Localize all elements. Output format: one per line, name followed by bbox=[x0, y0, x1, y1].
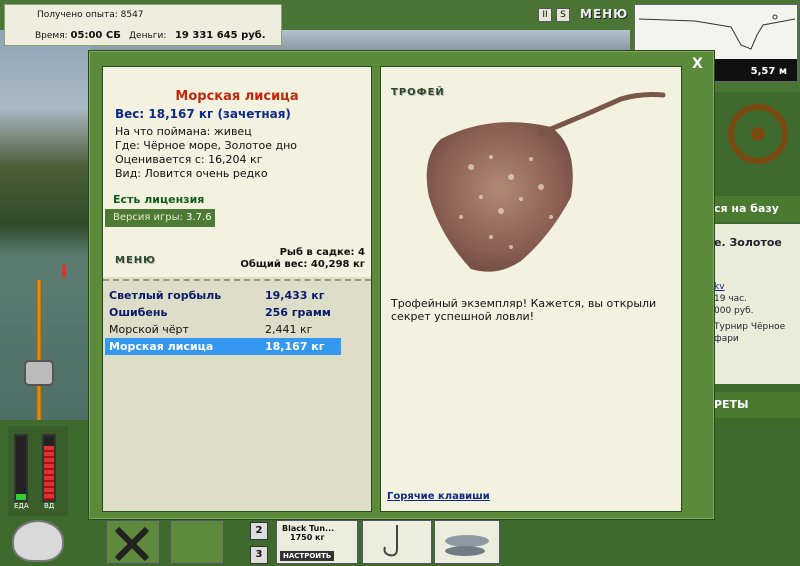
xp-label: Получено опыта: bbox=[37, 10, 118, 20]
money-value: 19 331 645 руб. bbox=[174, 30, 266, 41]
water-gauge-fill bbox=[44, 446, 54, 500]
food-gauge-fill bbox=[16, 494, 26, 500]
catch-weight: 19,433 кг bbox=[265, 289, 325, 302]
keepnet-total-weight: Общий вес: 40,298 кг bbox=[240, 259, 365, 270]
info-line: 000 руб. bbox=[714, 306, 754, 316]
catch-name: Морской чёрт bbox=[109, 323, 189, 336]
catch-weight: 2,441 кг bbox=[265, 323, 313, 336]
setup-button[interactable]: НАСТРОИТЬ bbox=[280, 551, 335, 561]
version-label: Версия игры: bbox=[113, 212, 183, 223]
money-text: Деньги: 19 331 645 руб. bbox=[129, 30, 266, 41]
catch-info-pane: Морская лисица Вес: 18,167 кг (зачетная)… bbox=[102, 66, 372, 512]
info-link[interactable]: kv bbox=[714, 282, 725, 292]
float-bobber bbox=[62, 265, 66, 277]
keepnet-count: Рыб в садке: 4 bbox=[279, 247, 365, 258]
location-name: е. Золотое bbox=[714, 236, 782, 249]
ship-wheel-icon[interactable] bbox=[728, 104, 788, 164]
detail-bait: На что поймана: живец bbox=[115, 125, 252, 138]
secrets-button[interactable]: РЕТЫ bbox=[712, 392, 800, 418]
hud-info-panel: Получено опыта: 8547 Время: 05:00 СБ Ден… bbox=[4, 4, 282, 46]
hook-icon[interactable] bbox=[362, 520, 432, 564]
fish-details: Морская лисица Вес: 18,167 кг (зачетная)… bbox=[103, 67, 371, 277]
location-info-card: е. Золотое kv 19 час. 000 руб. Турнир Чё… bbox=[712, 224, 800, 384]
go-to-base-button[interactable]: ся на базу bbox=[712, 196, 800, 222]
sound-button[interactable]: S bbox=[556, 8, 570, 22]
detail-rating: Оценивается с: 16,204 кг bbox=[115, 153, 263, 166]
depth-value: 5,57 м bbox=[750, 66, 787, 77]
divider bbox=[103, 279, 371, 281]
fish-name: Морская лисица bbox=[175, 89, 299, 104]
catch-row-selected[interactable]: Морская лисица 18,167 кг bbox=[105, 338, 341, 355]
catch-row[interactable]: Морской чёрт 2,441 кг bbox=[105, 321, 341, 338]
info-line: 19 час. bbox=[714, 294, 747, 304]
info-line: фари bbox=[714, 334, 739, 344]
slot-2-button[interactable]: 2 bbox=[250, 522, 268, 540]
water-gauge bbox=[42, 434, 56, 502]
dialog-menu-button[interactable]: МЕНЮ bbox=[115, 255, 156, 266]
pause-button[interactable]: II bbox=[538, 8, 552, 22]
trophy-message: Трофейный экземпляр! Кажется, вы открыли… bbox=[391, 297, 657, 323]
catch-row[interactable]: Ошибень 256 грамм bbox=[105, 304, 341, 321]
catch-weight: 18,167 кг bbox=[265, 340, 325, 353]
fishing-rod[interactable] bbox=[36, 280, 42, 420]
food-gauge bbox=[14, 434, 28, 502]
fish-silhouette-icon[interactable] bbox=[170, 520, 224, 564]
xp-value: 8547 bbox=[120, 10, 144, 20]
main-menu-button[interactable]: МЕНЮ bbox=[580, 7, 628, 21]
license-status: Есть лицензия bbox=[113, 193, 205, 206]
version-badge: Версия игры: 3.7.6 bbox=[105, 209, 215, 227]
lure-weight: 1750 кг bbox=[290, 533, 325, 542]
water-label: ВД bbox=[44, 502, 55, 510]
catch-name: Светлый горбыль bbox=[109, 289, 222, 302]
utensils-icon[interactable] bbox=[106, 520, 160, 564]
catch-name: Ошибень bbox=[109, 306, 168, 319]
detail-location: Где: Чёрное море, Золотое дно bbox=[115, 139, 298, 152]
money-label: Деньги: bbox=[129, 31, 167, 41]
time-value: 05:00 СБ bbox=[70, 30, 121, 41]
lure-name: Black Tun... bbox=[282, 524, 335, 533]
food-label: ЕДА bbox=[14, 502, 29, 510]
fish-weight: Вес: 18,167 кг (зачетная) bbox=[115, 107, 291, 121]
detail-rarity: Вид: Ловится очень редко bbox=[115, 167, 268, 180]
reel-icon[interactable] bbox=[24, 360, 54, 386]
pot-icon[interactable] bbox=[12, 520, 64, 562]
xp-text: Получено опыта: 8547 bbox=[37, 10, 144, 20]
time-text: Время: 05:00 СБ bbox=[35, 30, 121, 41]
trophy-pane: ТРОФЕЙ Трофейный экземпляр! Кажется, вы … bbox=[380, 66, 682, 512]
slot-3-button[interactable]: 3 bbox=[250, 546, 268, 564]
info-line: Турнир Чёрное bbox=[714, 322, 786, 332]
lure-info: Black Tun... 1750 кг bbox=[282, 524, 334, 542]
time-label: Время: bbox=[35, 31, 68, 41]
catch-weight: 256 грамм bbox=[265, 306, 331, 319]
version-value: 3.7.6 bbox=[186, 212, 212, 223]
hotkeys-link[interactable]: Горячие клавиши bbox=[387, 491, 490, 502]
stingray-fish-image bbox=[426, 92, 666, 272]
close-button[interactable]: X bbox=[692, 56, 703, 72]
bait-fish-icon[interactable] bbox=[434, 520, 500, 564]
catch-name: Морская лисица bbox=[109, 340, 214, 353]
catch-row[interactable]: Светлый горбыль 19,433 кг bbox=[105, 287, 341, 304]
